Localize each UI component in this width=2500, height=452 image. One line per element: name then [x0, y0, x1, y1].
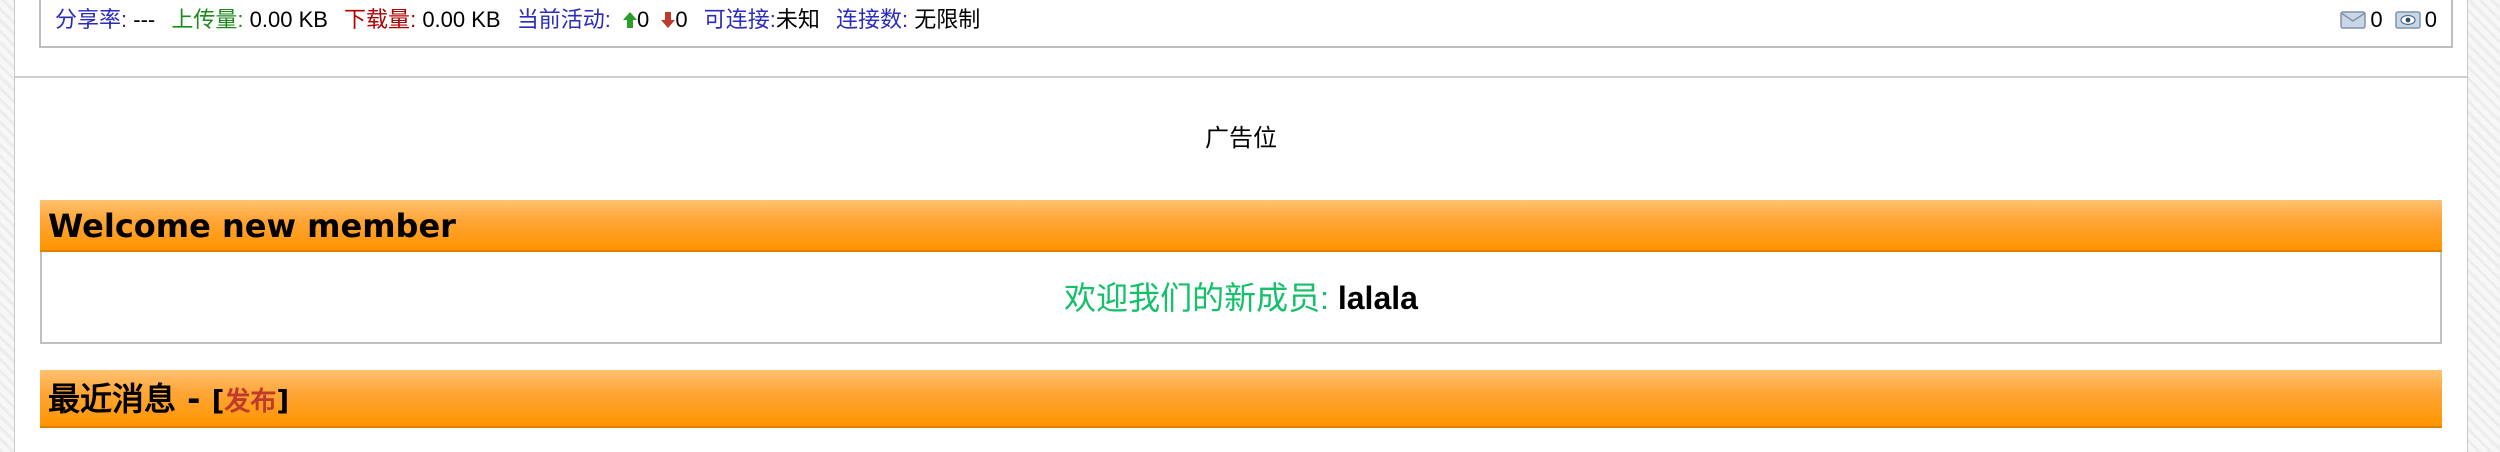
welcome-section-header: Welcome new member	[40, 200, 2442, 252]
welcome-message-prefix: 欢迎我们的新成员:	[1064, 280, 1338, 316]
uploaded-value: 0.00 KB	[249, 7, 328, 32]
new-member-name[interactable]: lalala	[1338, 280, 1418, 316]
bracket-open: [	[211, 384, 225, 417]
message-counts: 0 0	[2334, 6, 2437, 34]
active-label: 当前活动	[516, 7, 605, 32]
leeching-arrow-icon	[661, 12, 676, 28]
inbox-count: 0	[2370, 7, 2383, 32]
share-ratio-label: 分享率	[55, 7, 122, 32]
share-ratio-value: ---	[133, 7, 156, 32]
downloaded-value: 0.00 KB	[422, 7, 501, 32]
news-section-header: 最近消息 - [发布]	[40, 370, 2442, 428]
bracket-close: ]	[276, 384, 290, 417]
envelope-icon[interactable]	[2340, 10, 2367, 30]
news-title: 最近消息 -	[48, 380, 212, 418]
welcome-title: Welcome new member	[48, 207, 456, 245]
downloaded-label: 下载量	[344, 7, 411, 32]
sent-count: 0	[2424, 7, 2437, 32]
connections-label: 连接数	[836, 7, 903, 32]
status-bar: 分享率: --- 上传量: 0.00 KB 下载量: 0.00 KB 当前活动:…	[15, 0, 2467, 78]
user-stats-line: 分享率: --- 上传量: 0.00 KB 下载量: 0.00 KB 当前活动:…	[55, 7, 981, 32]
seeding-count[interactable]: 0	[637, 7, 649, 32]
uploaded-label: 上传量	[171, 7, 238, 32]
eye-mail-icon[interactable]	[2395, 10, 2421, 30]
connectable-label: 可连接	[703, 7, 770, 32]
leeching-count[interactable]: 0	[675, 7, 687, 32]
page-container: 分享率: --- 上传量: 0.00 KB 下载量: 0.00 KB 当前活动:…	[14, 0, 2468, 452]
user-info-box: 分享率: --- 上传量: 0.00 KB 下载量: 0.00 KB 当前活动:…	[39, 0, 2453, 48]
connectable-value: 未知	[775, 7, 820, 32]
connections-value: 无限制	[914, 7, 981, 32]
seeding-arrow-icon	[622, 12, 637, 28]
welcome-section-body: 欢迎我们的新成员: lalala	[40, 252, 2442, 344]
ad-placeholder[interactable]: 广告位	[15, 118, 2467, 153]
post-news-link[interactable]: 发布	[224, 387, 276, 417]
